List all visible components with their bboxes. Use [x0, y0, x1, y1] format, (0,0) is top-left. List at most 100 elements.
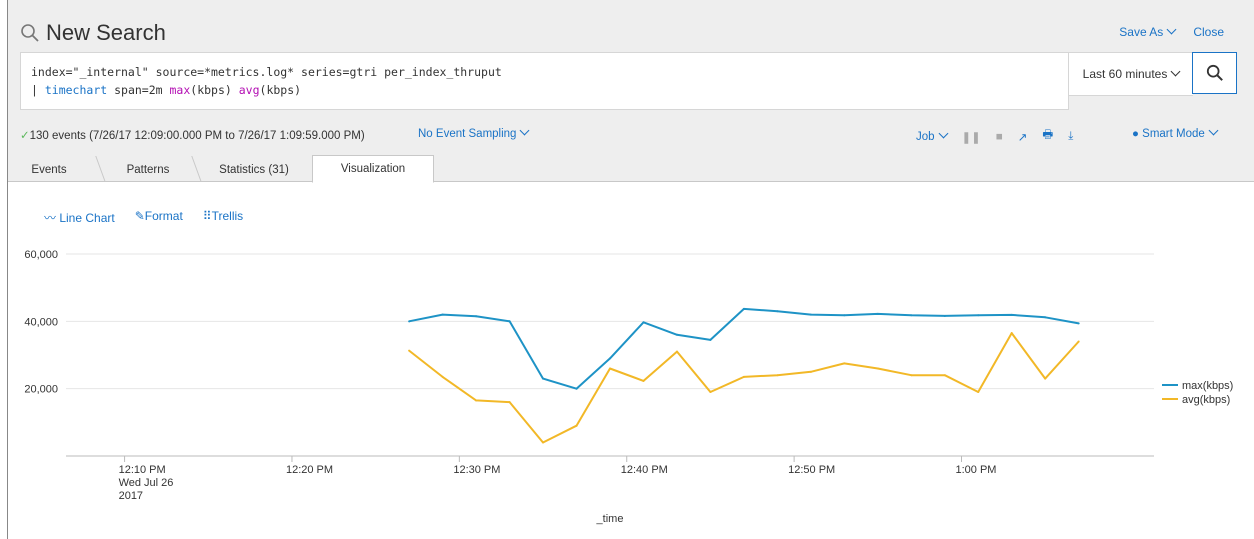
- query-command: timechart: [44, 83, 108, 97]
- y-tick-label: 60,000: [24, 249, 58, 261]
- data-point-avgkbps: [776, 374, 779, 377]
- data-point-maxkbps: [609, 357, 611, 360]
- event-sampling-label: No Event Sampling: [418, 128, 517, 140]
- grid-icon: ⠿: [202, 209, 212, 223]
- checkmark-icon: ✓: [20, 130, 30, 142]
- line-chart: 20,000 40,000 60,000 12:10 PMWed Jul 262017…: [24, 249, 1233, 525]
- data-point-maxkbps: [843, 314, 846, 317]
- data-point-avgkbps: [441, 375, 444, 378]
- pause-icon[interactable]: ❚❚: [962, 130, 981, 144]
- visualization-toolbar: 〰 Line Chart ✎Format ⠿Trellis: [44, 209, 243, 226]
- magnifier-icon: [1206, 64, 1223, 81]
- data-point-maxkbps: [709, 338, 712, 341]
- tab-patterns[interactable]: Patterns: [108, 158, 188, 181]
- job-controls: Job ❚❚ ■ ↗ 🖶 ⤓: [916, 127, 1073, 146]
- data-point-avgkbps: [943, 374, 946, 377]
- x-tick-label: 12:20 PM: [286, 464, 333, 476]
- data-point-maxkbps: [876, 312, 879, 315]
- data-point-avgkbps: [1044, 377, 1047, 380]
- data-point-maxkbps: [575, 387, 578, 390]
- tab-visualization[interactable]: Visualization: [312, 155, 434, 183]
- legend-label: avg(kbps): [1182, 394, 1230, 406]
- x-tick-label: 12:40 PM: [621, 464, 668, 476]
- x-tick-label: Wed Jul 26: [119, 477, 174, 489]
- data-point-avgkbps: [742, 375, 745, 378]
- data-point-avgkbps: [408, 349, 411, 352]
- tab-statistics[interactable]: Statistics (31): [204, 158, 304, 181]
- chevron-down-icon: [1208, 125, 1219, 136]
- save-as-menu[interactable]: Save As: [1119, 24, 1177, 39]
- trellis-label: Trellis: [211, 209, 244, 223]
- data-point-maxkbps: [742, 307, 745, 310]
- query-pipe: |: [31, 83, 45, 97]
- query-arg-2: (kbps): [259, 83, 302, 97]
- x-tick-label: 12:10 PM: [119, 464, 166, 476]
- query-function-avg: avg: [238, 83, 260, 97]
- time-range-picker[interactable]: Last 60 minutes: [1068, 52, 1193, 96]
- print-icon[interactable]: 🖶: [1042, 127, 1053, 146]
- data-point-maxkbps: [943, 314, 946, 317]
- x-axis-title: _time: [596, 513, 624, 525]
- data-point-maxkbps: [475, 315, 478, 318]
- query-arg-1: (kbps): [190, 83, 239, 97]
- query-function-max: max: [169, 83, 191, 97]
- query-text: index="_internal" source=*metrics.log* s…: [31, 63, 502, 99]
- data-point-maxkbps: [542, 377, 545, 380]
- chart-type-label: Line Chart: [59, 211, 115, 225]
- data-point-avgkbps: [910, 374, 913, 377]
- data-point-maxkbps: [441, 313, 444, 316]
- data-point-avgkbps: [809, 370, 812, 373]
- job-menu[interactable]: Job: [916, 128, 948, 143]
- stop-icon[interactable]: ■: [996, 131, 1003, 143]
- x-tick-label: 12:30 PM: [453, 464, 500, 476]
- page-title: New Search: [46, 20, 166, 45]
- top-actions: Save As Close: [1119, 24, 1224, 39]
- data-point-avgkbps: [1010, 332, 1013, 335]
- data-point-avgkbps: [508, 401, 511, 404]
- event-sampling-menu[interactable]: No Event Sampling: [418, 125, 530, 140]
- data-point-maxkbps: [508, 320, 511, 323]
- job-label: Job: [916, 130, 935, 143]
- search-mode-menu[interactable]: ● Smart Mode: [1132, 125, 1219, 140]
- search-mode-label: Smart Mode: [1142, 128, 1205, 140]
- data-point-avgkbps: [542, 441, 545, 444]
- y-tick-label: 20,000: [24, 384, 58, 396]
- data-point-maxkbps: [1077, 322, 1080, 325]
- data-point-maxkbps: [1010, 313, 1013, 316]
- pencil-icon: ✎: [134, 209, 145, 223]
- chevron-down-icon: [938, 128, 948, 138]
- data-point-avgkbps: [609, 367, 611, 370]
- line-chart-icon: 〰: [44, 211, 60, 225]
- chevron-down-icon: [1170, 66, 1181, 76]
- format-label: Format: [144, 209, 183, 223]
- data-point-avgkbps: [977, 391, 980, 394]
- share-icon[interactable]: ↗: [1018, 130, 1028, 144]
- chart-type-button[interactable]: 〰 Line Chart: [44, 209, 115, 226]
- search-button[interactable]: [1192, 52, 1237, 94]
- data-point-avgkbps: [1077, 340, 1080, 343]
- export-icon[interactable]: ⤓: [1068, 130, 1073, 143]
- search-icon: [21, 24, 39, 42]
- data-point-maxkbps: [910, 314, 913, 317]
- data-point-avgkbps: [642, 379, 645, 382]
- format-button[interactable]: ✎Format: [135, 209, 183, 226]
- trellis-button[interactable]: ⠿Trellis: [203, 209, 243, 226]
- data-point-maxkbps: [1044, 316, 1047, 319]
- data-point-avgkbps: [575, 424, 578, 427]
- close-link[interactable]: Close: [1193, 25, 1224, 39]
- data-point-maxkbps: [642, 321, 645, 324]
- x-tick-label: 1:00 PM: [956, 464, 997, 476]
- search-query-input[interactable]: index="_internal" source=*metrics.log* s…: [20, 52, 1069, 110]
- data-point-maxkbps: [809, 313, 812, 316]
- data-point-avgkbps: [675, 350, 678, 353]
- legend-label: max(kbps): [1182, 380, 1233, 392]
- y-tick-label: 40,000: [24, 316, 58, 328]
- data-point-avgkbps: [709, 391, 712, 394]
- tab-events[interactable]: Events: [14, 158, 84, 181]
- series-line-avgkbps: [408, 332, 1080, 444]
- data-point-avgkbps: [475, 399, 478, 402]
- data-point-maxkbps: [977, 314, 980, 317]
- chevron-down-icon: [1166, 24, 1177, 35]
- data-point-avgkbps: [876, 367, 879, 370]
- chevron-down-icon: [520, 125, 530, 136]
